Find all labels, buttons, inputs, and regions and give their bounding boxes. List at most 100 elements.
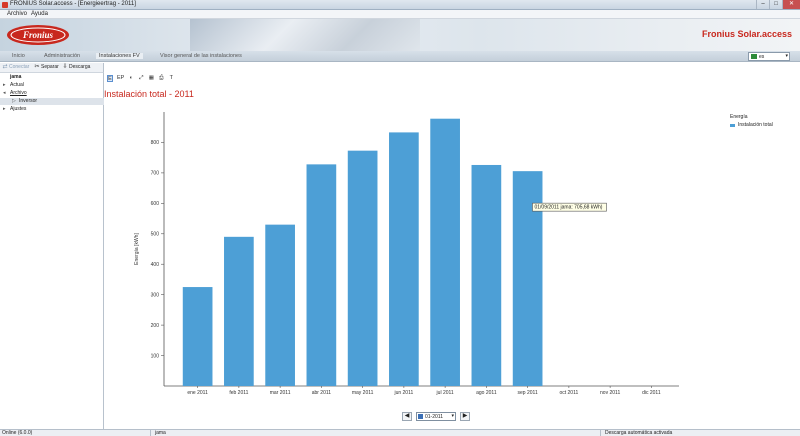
- tree-item-archivo[interactable]: ◂ Archivo: [0, 90, 104, 97]
- menu-bar: Archivo Ayuda: [0, 10, 800, 19]
- bar-feb-2011[interactable]: [224, 236, 254, 386]
- collapse-icon[interactable]: ◂: [3, 90, 6, 96]
- navigation-tree: jama ▸ Actual ◂ Archivo ▷ Inversor ▸ Aju…: [0, 73, 104, 429]
- status-online: Online (6.0.0): [2, 430, 33, 436]
- chart-toolbar: E EP ◐ ⤢ ▦ ⎙ T: [105, 74, 174, 83]
- chevron-down-icon: ▾: [451, 412, 454, 419]
- maximize-button[interactable]: □: [769, 0, 782, 9]
- legend-swatch: [730, 123, 735, 127]
- energy-view-button[interactable]: E: [107, 75, 113, 82]
- chart-bars: [182, 118, 543, 386]
- y-axis-label: Energía [kWh]: [134, 233, 140, 265]
- y-tick-label: 600: [151, 201, 160, 207]
- header-banner: Fronius Fronius Solar.access: [0, 19, 800, 51]
- y-tick-label: 800: [151, 140, 160, 146]
- x-tick-label: ago 2011: [476, 390, 497, 396]
- tree-root[interactable]: jama: [0, 74, 104, 81]
- nav-inicio[interactable]: Inicio: [12, 53, 25, 59]
- disconnect-icon: ✂: [34, 64, 40, 70]
- close-button[interactable]: ✕: [782, 0, 800, 9]
- calendar-icon: [418, 413, 423, 419]
- download-icon: ⇩: [62, 64, 68, 70]
- table-view-icon[interactable]: ▦: [148, 75, 154, 82]
- status-bar: Online (6.0.0) jama Descarga automática …: [0, 429, 800, 436]
- svg-text:Fronius: Fronius: [22, 30, 54, 40]
- connect-button[interactable]: ⇄ Conectar: [2, 64, 29, 70]
- bar-may-2011[interactable]: [347, 150, 378, 386]
- x-tick-label: feb 2011: [229, 390, 248, 396]
- bar-ene-2011[interactable]: [182, 287, 213, 386]
- status-site: jama: [155, 430, 166, 436]
- expand-icon[interactable]: ▷: [12, 98, 16, 104]
- y-tick-label: 300: [151, 292, 160, 298]
- menu-archivo[interactable]: Archivo: [7, 11, 27, 17]
- energy-power-button[interactable]: EP: [117, 75, 124, 82]
- chevron-down-icon: ▾: [785, 53, 788, 59]
- text-view-button[interactable]: T: [168, 75, 174, 82]
- disconnect-button[interactable]: ✂ Separar: [34, 64, 58, 70]
- status-download: Descarga automática activada: [605, 430, 673, 436]
- tree-item-inversor[interactable]: ▷ Inversor: [0, 98, 104, 105]
- window-controls: – □ ✕: [756, 0, 800, 10]
- expand-icon[interactable]: ⤢: [138, 75, 144, 82]
- x-tick-label: dic 2011: [642, 390, 661, 396]
- period-date-value: 01-2011: [425, 413, 443, 420]
- status-divider: [600, 430, 601, 436]
- y-tick-label: 100: [151, 353, 160, 359]
- x-tick-label: abr 2011: [312, 390, 332, 396]
- status-divider: [150, 430, 151, 436]
- period-pager: ◀ 01-2011 ▾ ▶: [402, 411, 470, 421]
- x-tick-label: sep 2011: [518, 390, 538, 396]
- nav-visor-general[interactable]: Visor general de las instalaciones: [160, 53, 242, 59]
- main-nav: Inicio Administración Instalaciones FV V…: [0, 51, 800, 62]
- x-tick-label: jun 2011: [393, 390, 413, 396]
- window-titlebar: FRONIUS Solar.access - [Energieertrag - …: [0, 0, 800, 10]
- bar-ago-2011[interactable]: [471, 164, 502, 386]
- banner-photo: [190, 19, 420, 51]
- chart-legend: Energía Instalación total: [730, 114, 773, 128]
- period-date-picker[interactable]: 01-2011 ▾: [416, 411, 456, 421]
- nav-instalaciones-fv[interactable]: Instalaciones FV: [96, 53, 143, 59]
- energy-bar-chart: 100 200 300 400 500 600 700 800 Energía [kWh] ene…: [134, 112, 679, 396]
- chart-tooltip: 01/09/2011 jama: 705,68 kWh): [532, 202, 607, 212]
- language-value: es: [759, 54, 765, 60]
- y-tick-label: 700: [151, 171, 160, 177]
- app-icon: [2, 2, 8, 8]
- expand-icon[interactable]: ▸: [3, 106, 6, 112]
- next-period-button[interactable]: ▶: [460, 411, 470, 421]
- y-tick-label: 500: [151, 232, 160, 238]
- legend-item: Instalación total: [730, 122, 773, 128]
- language-select[interactable]: es ▾: [748, 52, 790, 61]
- bar-mar-2011[interactable]: [265, 224, 295, 386]
- print-icon[interactable]: ⎙: [158, 75, 164, 82]
- connection-toolbar: ⇄ Conectar ✂ Separar ⇩ Descarga: [0, 63, 104, 73]
- y-tick-label: 400: [151, 262, 160, 268]
- bar-jun-2011[interactable]: [389, 132, 419, 386]
- connect-icon: ⇄: [2, 64, 8, 70]
- expand-icon[interactable]: ▸: [3, 82, 6, 88]
- fronius-logo: Fronius: [7, 25, 69, 45]
- download-button[interactable]: ⇩ Descarga: [62, 64, 90, 70]
- x-tick-label: may 2011: [352, 390, 374, 396]
- flag-icon: [751, 54, 757, 59]
- pie-view-icon[interactable]: ◐: [128, 75, 134, 82]
- previous-period-button[interactable]: ◀: [402, 411, 412, 421]
- tree-item-actual[interactable]: ▸ Actual: [0, 82, 104, 89]
- y-tick-label: 200: [151, 323, 160, 329]
- x-tick-label: ene 2011: [187, 390, 208, 396]
- bar-abr-2011[interactable]: [306, 164, 337, 386]
- x-tick-label: oct 2011: [559, 390, 578, 396]
- legend-label: Instalación total: [738, 122, 773, 128]
- x-tick-label: jul 2011: [436, 390, 454, 396]
- tooltip-text: 01/09/2011 jama: 705,68 kWh): [534, 205, 602, 211]
- x-tick-label: mar 2011: [270, 390, 291, 396]
- brand-title: Fronius Solar.access: [701, 29, 792, 39]
- nav-administracion[interactable]: Administración: [44, 53, 80, 59]
- legend-title: Energía: [730, 114, 748, 120]
- chart-title: Instalación total - 2011: [104, 89, 194, 99]
- menu-ayuda[interactable]: Ayuda: [31, 11, 48, 17]
- tree-item-ajustes[interactable]: ▸ Ajustes: [0, 106, 104, 113]
- window-title: FRONIUS Solar.access - [Energieertrag - …: [10, 1, 136, 7]
- bar-jul-2011[interactable]: [430, 118, 460, 386]
- minimize-button[interactable]: –: [756, 0, 769, 9]
